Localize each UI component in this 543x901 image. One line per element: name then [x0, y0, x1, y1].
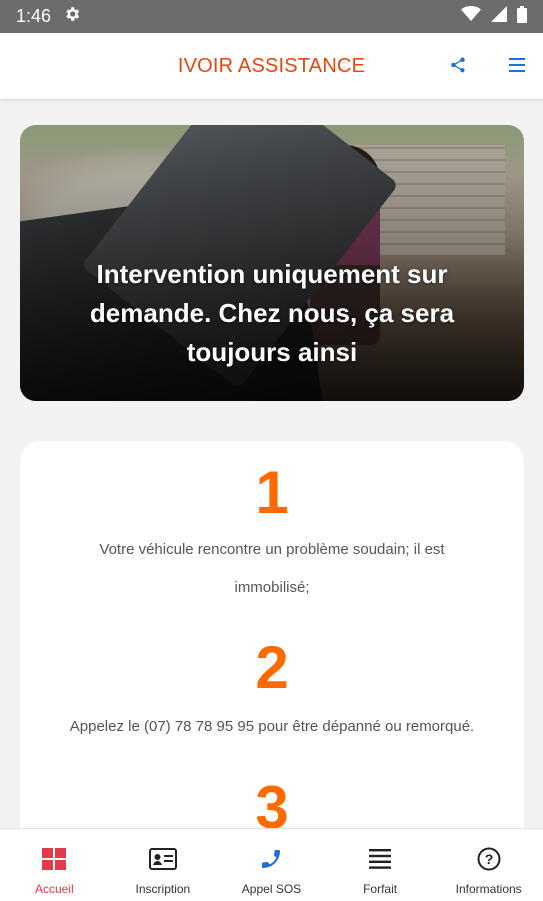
- step-number: 2: [255, 634, 289, 701]
- status-left: 1:46: [16, 5, 81, 28]
- nav-label: Appel SOS: [241, 882, 302, 896]
- help-icon: ?: [477, 845, 501, 873]
- menu-button[interactable]: [505, 53, 529, 77]
- share-button[interactable]: [446, 53, 470, 77]
- nav-label: Forfait: [363, 882, 398, 896]
- status-bar: 1:46: [0, 0, 543, 33]
- bottom-nav: Accueil Inscription Appel SOS Forfait ? …: [0, 828, 543, 901]
- hero-headline: Intervention uniquement sur demande. Che…: [89, 259, 455, 367]
- nav-label: Inscription: [135, 882, 191, 896]
- status-right: [461, 5, 527, 28]
- step-number: 1: [255, 459, 289, 526]
- app-bar: IVOIR ASSISTANCE: [0, 33, 543, 99]
- nav-item-inscription[interactable]: Inscription: [109, 829, 218, 901]
- nav-label: Informations: [455, 882, 522, 896]
- step-text: Votre véhicule rencontre un problème sou…: [99, 541, 445, 596]
- nav-item-informations[interactable]: ? Informations: [434, 829, 543, 901]
- status-time: 1:46: [16, 6, 52, 26]
- list-icon: [369, 845, 392, 873]
- nav-label: Accueil: [34, 882, 74, 896]
- settings-icon: [63, 5, 81, 28]
- phone-icon: [259, 845, 283, 873]
- nav-item-forfait[interactable]: Forfait: [326, 829, 435, 901]
- home-grid-icon: [42, 845, 67, 873]
- wifi-icon: [461, 6, 481, 27]
- hero-banner: Intervention uniquement sur demande. Che…: [20, 125, 524, 401]
- svg-text:?: ?: [484, 851, 493, 867]
- nav-item-accueil[interactable]: Accueil: [0, 829, 109, 901]
- steps-card: 1 Votre véhicule rencontre un problème s…: [20, 441, 524, 871]
- id-card-icon: [148, 845, 177, 873]
- share-icon: [451, 57, 465, 73]
- app-title: IVOIR ASSISTANCE: [177, 54, 366, 77]
- step-text: Appelez le (07) 78 78 95 95 pour être dé…: [69, 718, 475, 735]
- battery-icon: [517, 5, 527, 28]
- menu-icon: [509, 58, 525, 72]
- nav-item-appel-sos[interactable]: Appel SOS: [217, 829, 326, 901]
- signal-icon: [491, 6, 507, 27]
